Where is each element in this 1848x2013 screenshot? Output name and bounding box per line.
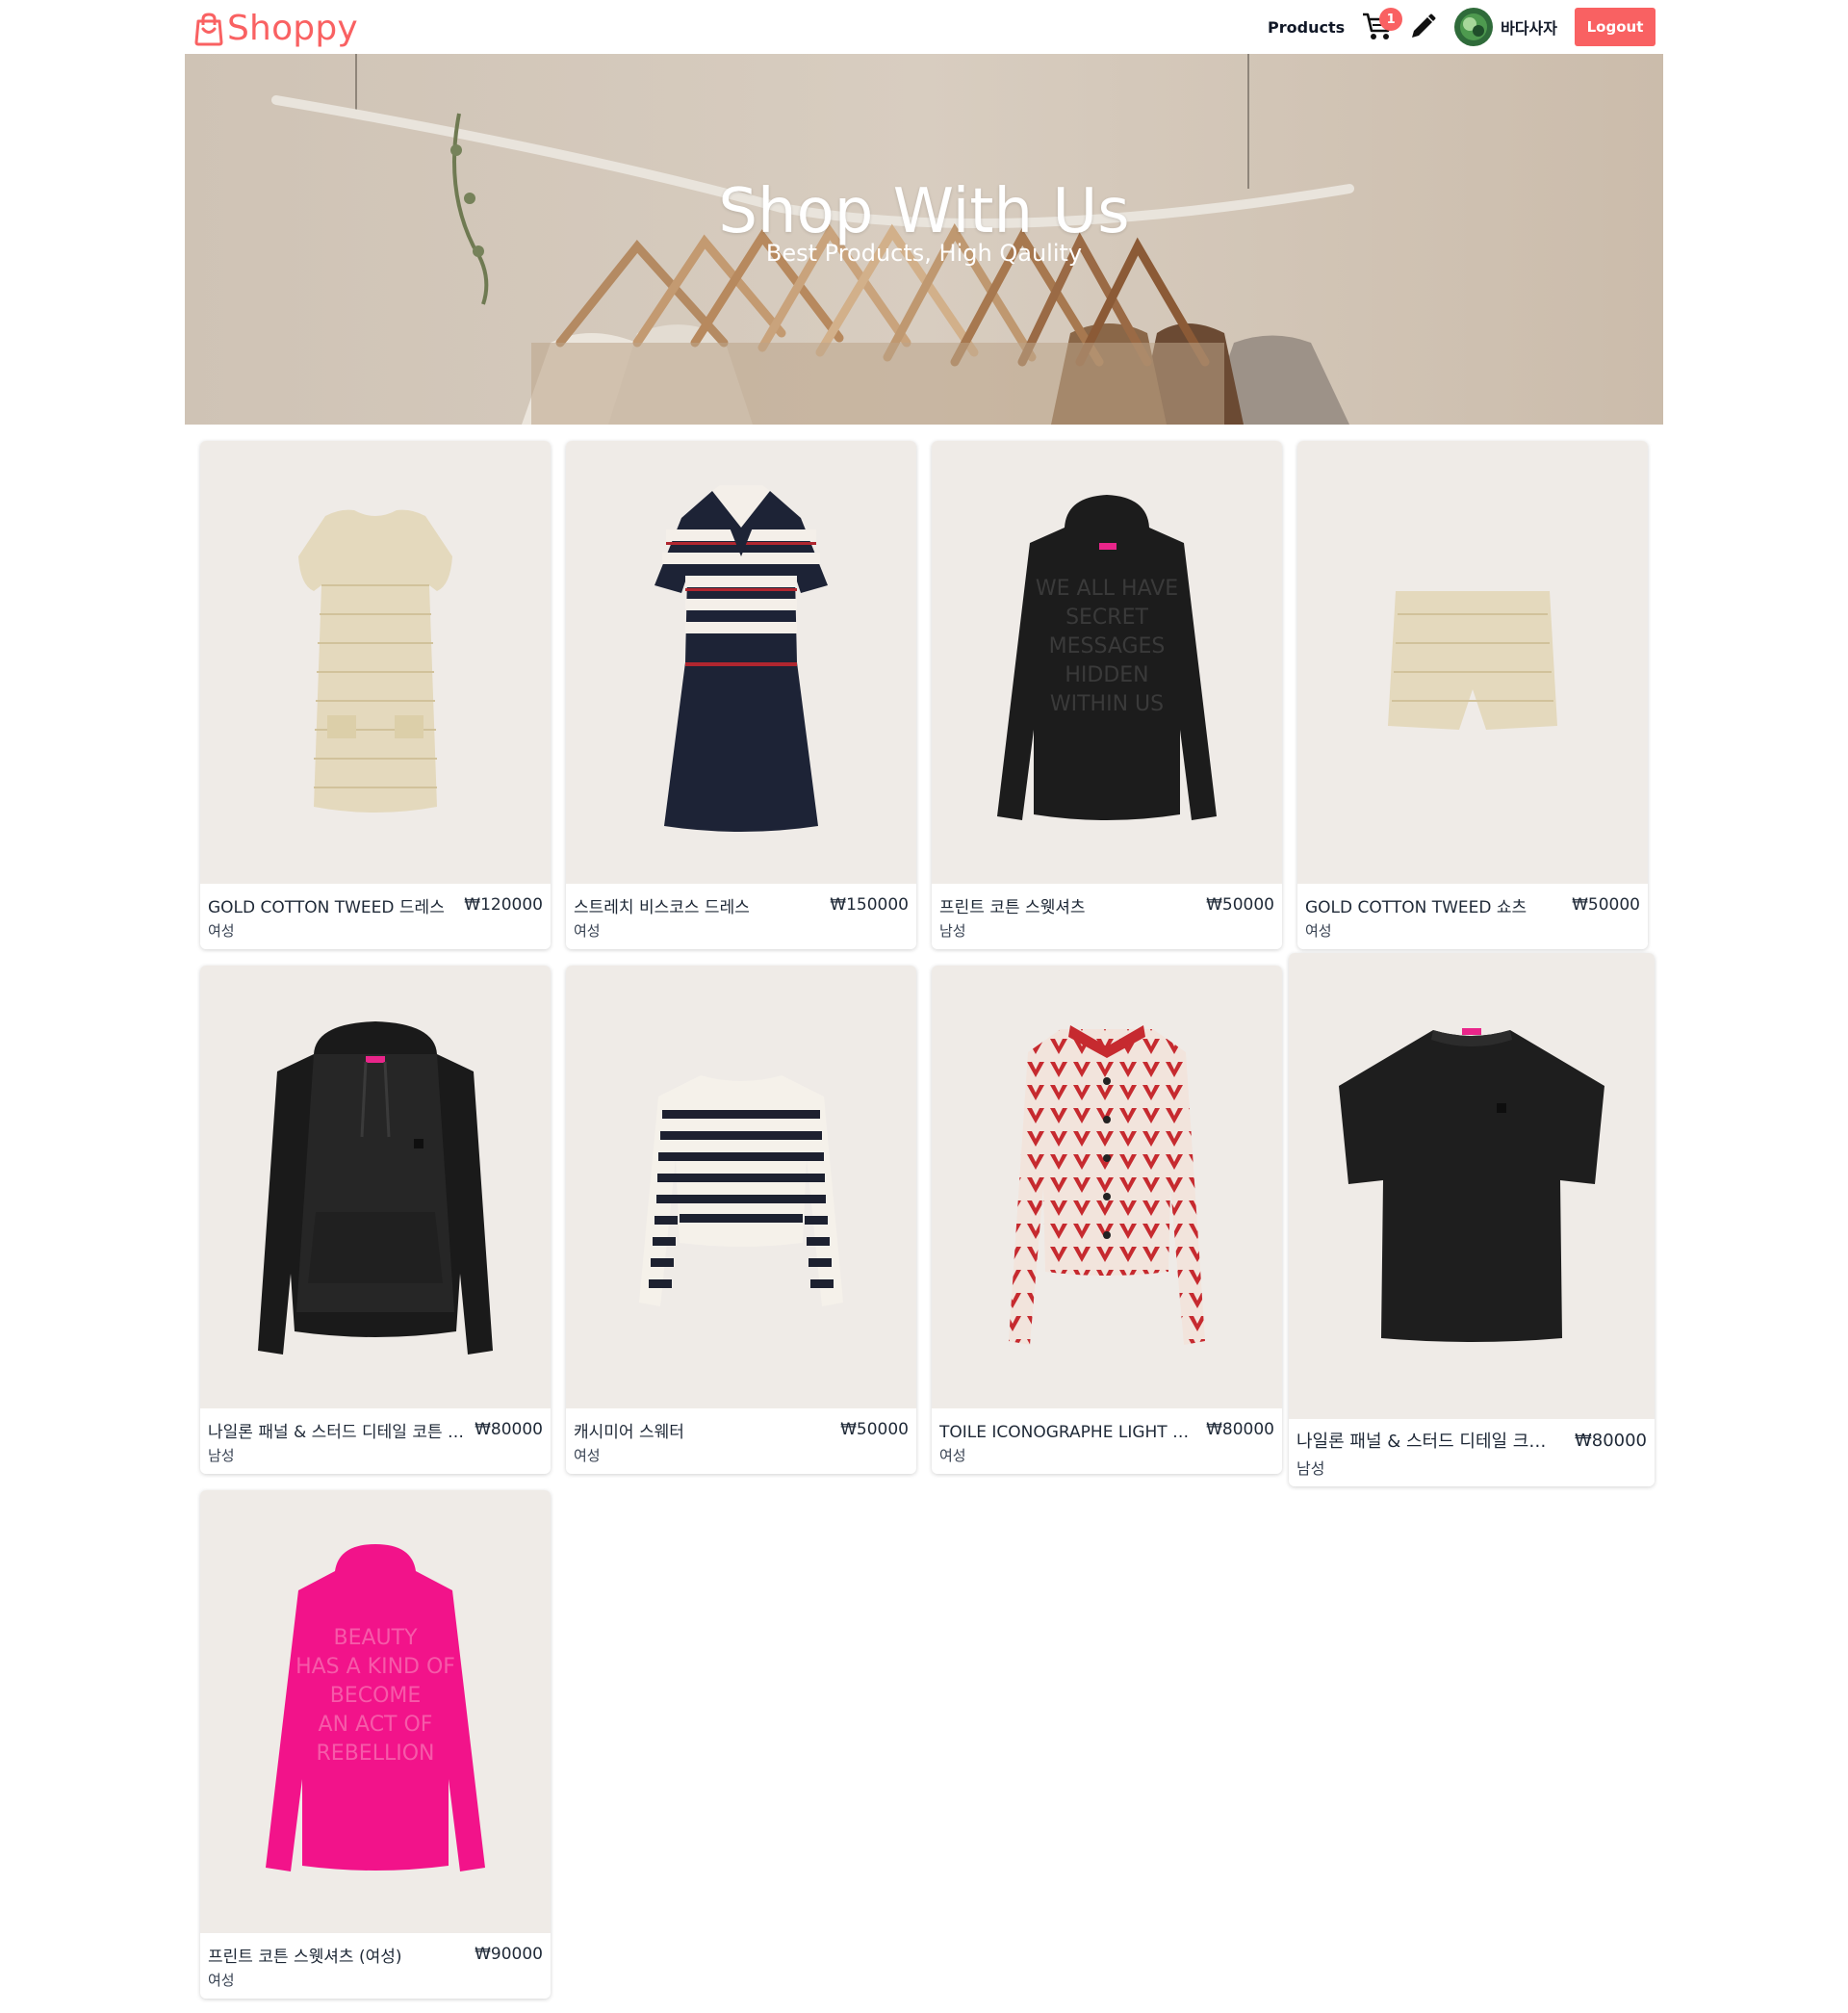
product-image: WE ALL HAVE SECRET MESSAGES HIDDEN WITHIN … (932, 441, 1282, 884)
shoppy-logo-link[interactable]: Shoppy (192, 8, 358, 50)
product-price: ₩50000 (1206, 895, 1274, 915)
shop-page: Shoppy Products 1 바다사자 Logout Shop With … (0, 0, 1848, 2013)
product-gender: 남성 (208, 1447, 235, 1464)
product-card[interactable]: TOILE ICONOGRAPHE LIGHT 재킷 ₩80000 여성 (932, 966, 1282, 1474)
logo-text: Shoppy (227, 9, 358, 48)
product-gender: 여성 (1305, 922, 1332, 940)
banner-title: Shop With Us (718, 176, 1130, 247)
product-name: GOLD COTTON TWEED 쇼츠 (1305, 897, 1527, 917)
product-name: 스트레치 비스코스 드레스 (574, 897, 750, 917)
user-name: 바다사자 (1501, 19, 1557, 38)
product-image (200, 966, 551, 1408)
product-price: ₩80000 (475, 1420, 543, 1439)
svg-text:WE ALL HAVE: WE ALL HAVE (1036, 577, 1178, 601)
nav-actions: Products 1 바다사자 Logout (1268, 8, 1656, 46)
product-card[interactable]: GOLD COTTON TWEED 쇼츠 ₩50000 여성 (1297, 441, 1648, 949)
logout-button[interactable]: Logout (1575, 8, 1656, 46)
svg-text:REBELLION: REBELLION (317, 1742, 435, 1766)
cart-button[interactable]: 1 (1362, 8, 1403, 42)
product-card[interactable]: 나일론 패널 & 스터드 디테일 코튼 후디 ₩80000 남성 (200, 966, 551, 1474)
product-gender: 여성 (208, 922, 235, 940)
product-name: TOILE ICONOGRAPHE LIGHT 재킷 (939, 1422, 1199, 1442)
product-price: ₩80000 (1206, 1420, 1274, 1439)
product-name: 나일론 패널 & 스터드 디테일 코튼 후디 (208, 1422, 468, 1442)
svg-text:AN ACT OF: AN ACT OF (319, 1713, 433, 1737)
product-name: 프린트 코튼 스웻셔츠 (여성) (208, 1947, 402, 1967)
product-image (932, 966, 1282, 1408)
product-gender: 남성 (1296, 1459, 1325, 1478)
product-image (566, 966, 916, 1408)
product-card[interactable]: 스트레치 비스코스 드레스 ₩150000 여성 (566, 441, 916, 949)
product-price: ₩50000 (1572, 895, 1640, 915)
product-name: 나일론 패널 & 스터드 디테일 크루넥 티셔츠 (1296, 1432, 1556, 1452)
product-name: GOLD COTTON TWEED 드레스 (208, 897, 445, 917)
top-navbar: Shoppy Products 1 바다사자 Logout (185, 0, 1663, 54)
avatar (1454, 8, 1494, 46)
product-image (1297, 441, 1648, 884)
product-card[interactable]: BEAUTY HAS A KIND OF BECOME AN ACT OF REBE… (200, 1490, 551, 1999)
product-gender: 여성 (574, 922, 601, 940)
product-price: ₩80000 (1574, 1430, 1647, 1451)
cart-count-badge: 1 (1379, 8, 1403, 31)
product-price: ₩50000 (840, 1420, 909, 1439)
svg-text:SECRET: SECRET (1065, 606, 1148, 630)
products-link[interactable]: Products (1268, 18, 1345, 37)
product-gender: 여성 (574, 1447, 601, 1464)
product-card[interactable]: GOLD COTTON TWEED 드레스 ₩120000 여성 (200, 441, 551, 949)
svg-text:BEAUTY: BEAUTY (333, 1626, 418, 1650)
product-gender: 여성 (208, 1972, 235, 1989)
product-image: BEAUTY HAS A KIND OF BECOME AN ACT OF REBE… (200, 1490, 551, 1933)
svg-text:WITHIN US: WITHIN US (1050, 692, 1164, 716)
svg-text:BECOME: BECOME (330, 1684, 422, 1708)
hero-banner: Shop With Us Best Products, High Qaulity (185, 54, 1663, 425)
product-price: ₩90000 (475, 1945, 543, 1964)
user-profile[interactable]: 바다사자 (1454, 8, 1557, 46)
svg-text:MESSAGES: MESSAGES (1049, 634, 1166, 658)
product-gender: 여성 (939, 1447, 966, 1464)
product-gender: 남성 (939, 922, 966, 940)
product-price: ₩120000 (464, 895, 543, 915)
product-name: 캐시미어 스웨터 (574, 1422, 684, 1442)
svg-text:HIDDEN: HIDDEN (1065, 663, 1148, 687)
product-name: 프린트 코튼 스웻셔츠 (939, 897, 1086, 917)
product-image (200, 441, 551, 884)
pencil-edit-icon[interactable] (1408, 13, 1437, 41)
product-image (566, 441, 916, 884)
product-card[interactable]: WE ALL HAVE SECRET MESSAGES HIDDEN WITHIN … (932, 441, 1282, 949)
product-image (1289, 953, 1655, 1419)
product-price: ₩150000 (830, 895, 909, 915)
shopping-bag-icon (194, 13, 223, 46)
product-card[interactable]: 나일론 패널 & 스터드 디테일 크루넥 티셔츠 ₩80000 남성 (1289, 953, 1655, 1486)
product-card[interactable]: 캐시미어 스웨터 ₩50000 여성 (566, 966, 916, 1474)
banner-subtitle: Best Products, High Qaulity (765, 240, 1083, 267)
svg-text:HAS A KIND OF: HAS A KIND OF (295, 1655, 455, 1679)
